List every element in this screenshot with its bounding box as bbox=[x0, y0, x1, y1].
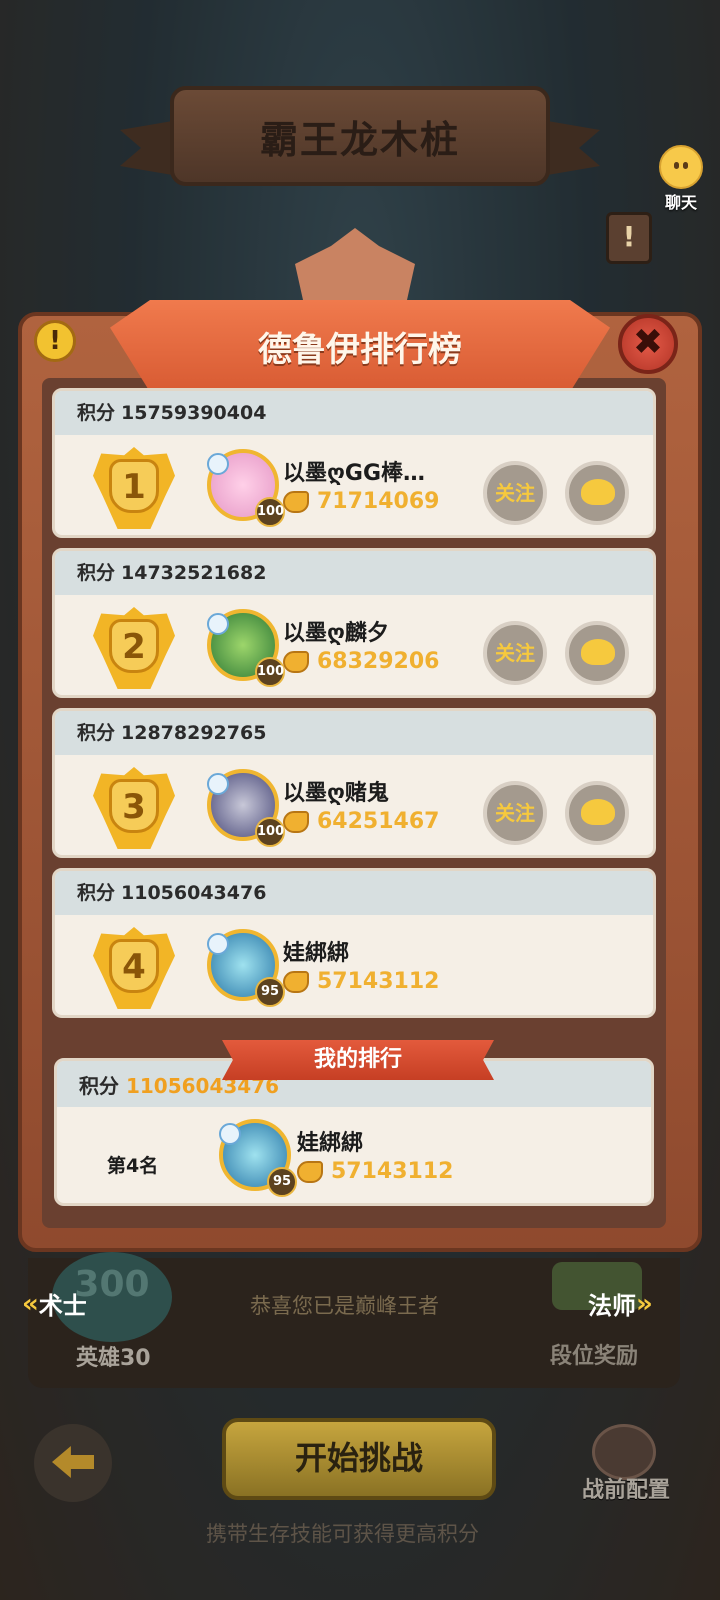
chat-bubble-icon bbox=[581, 639, 615, 665]
power-display: 57143112 bbox=[283, 969, 439, 994]
follow-button[interactable]: 关注 bbox=[483, 781, 547, 845]
rank-medal-icon: 3 bbox=[93, 767, 175, 849]
score-value: 14732521682 bbox=[121, 562, 267, 584]
power-arm-icon bbox=[283, 970, 309, 993]
score-label: 积分 bbox=[77, 402, 116, 424]
my-rank-card: 积分 11056043476 第4名 95 娃綁綁 57143112 bbox=[54, 1058, 654, 1206]
leaderboard-row: 积分 12878292765 3 100 以墨ღ赌鬼 64251467 关注 bbox=[52, 708, 656, 858]
score-header: 积分 14732521682 bbox=[55, 551, 653, 595]
chat-bubble-icon bbox=[581, 799, 615, 825]
prev-class-label: 术士 bbox=[38, 1292, 87, 1320]
title-banner: 霸王龙木桩 bbox=[170, 86, 550, 186]
my-power-display: 57143112 bbox=[297, 1159, 453, 1184]
leaderboard-row: 积分 11056043476 4 95 娃綁綁 57143112 bbox=[52, 868, 656, 1018]
leaderboard-title-ribbon: 德鲁伊排行榜 bbox=[110, 300, 610, 392]
score-value: 12878292765 bbox=[121, 722, 267, 744]
avatar[interactable]: 95 bbox=[207, 929, 285, 1007]
hint-text: 携带生存技能可获得更高积分 bbox=[206, 1522, 479, 1546]
avatar[interactable]: 100 bbox=[207, 449, 285, 527]
class-tag-icon bbox=[219, 1123, 241, 1145]
power-value: 68329206 bbox=[317, 649, 440, 674]
my-rank-position: 第4名 bbox=[107, 1155, 159, 1177]
leaderboard-title: 德鲁伊排行榜 bbox=[258, 329, 462, 370]
level-badge: 100 bbox=[255, 657, 285, 687]
avatar[interactable]: 100 bbox=[207, 769, 285, 847]
rank-number: 2 bbox=[109, 619, 159, 673]
class-tag-icon bbox=[207, 773, 229, 795]
chat-face-icon bbox=[659, 145, 703, 189]
my-rank-banner: 我的排行 bbox=[222, 1040, 494, 1080]
start-challenge-button[interactable]: 开始挑战 bbox=[222, 1418, 496, 1500]
score-value: 11056043476 bbox=[121, 882, 267, 904]
close-button[interactable]: ✖ bbox=[618, 314, 678, 374]
class-tag-icon bbox=[207, 613, 229, 635]
leaderboard-row: 积分 14732521682 2 100 以墨ღ麟夕 68329206 关注 bbox=[52, 548, 656, 698]
rank-reward-label[interactable]: 段位奖励 bbox=[550, 1338, 638, 1370]
player-name: 以墨ღ麟夕 bbox=[283, 621, 389, 646]
double-chevron-left-icon: « bbox=[22, 1288, 39, 1319]
rank-number: 3 bbox=[109, 779, 159, 833]
congrats-text: 恭喜您已是巅峰王者 bbox=[250, 1294, 439, 1318]
power-value: 57143112 bbox=[317, 969, 440, 994]
message-button[interactable] bbox=[565, 621, 629, 685]
follow-button[interactable]: 关注 bbox=[483, 621, 547, 685]
level-badge: 95 bbox=[255, 977, 285, 1007]
next-class-button[interactable]: 法师 » bbox=[588, 1286, 653, 1321]
power-value: 71714069 bbox=[317, 489, 440, 514]
double-chevron-right-icon: » bbox=[636, 1288, 653, 1319]
player-name: 以墨ღGG棒… bbox=[283, 461, 426, 486]
back-button[interactable] bbox=[34, 1424, 112, 1502]
message-button[interactable] bbox=[565, 781, 629, 845]
my-player-name: 娃綁綁 bbox=[297, 1131, 364, 1156]
my-avatar[interactable]: 95 bbox=[219, 1119, 297, 1197]
rank-medal-icon: 1 bbox=[93, 447, 175, 529]
level-badge: 100 bbox=[255, 497, 285, 527]
my-power-value: 57143112 bbox=[331, 1159, 454, 1184]
chat-bubble-icon bbox=[581, 479, 615, 505]
message-button[interactable] bbox=[565, 461, 629, 525]
my-score-label: 积分 bbox=[79, 1074, 119, 1098]
leaderboard-row: 积分 15759390404 1 100 以墨ღGG棒… 71714069 关注 bbox=[52, 388, 656, 538]
power-arm-icon bbox=[283, 490, 309, 513]
power-display: 64251467 bbox=[283, 809, 439, 834]
info-icon[interactable]: ! bbox=[34, 320, 76, 362]
rank-medal-icon: 4 bbox=[93, 927, 175, 1009]
prep-config-label[interactable]: 战前配置 bbox=[582, 1472, 670, 1504]
power-arm-icon bbox=[283, 650, 309, 673]
player-name: 娃綁綁 bbox=[283, 941, 350, 966]
score-label: 积分 bbox=[77, 562, 116, 584]
power-value: 64251467 bbox=[317, 809, 440, 834]
score-header: 积分 12878292765 bbox=[55, 711, 653, 755]
next-class-label: 法师 bbox=[588, 1292, 636, 1320]
chat-button[interactable]: 聊天 bbox=[648, 145, 714, 212]
score-label: 积分 bbox=[77, 882, 116, 904]
prev-class-button[interactable]: « 术士 bbox=[22, 1286, 87, 1321]
back-arrow-icon bbox=[52, 1446, 94, 1478]
power-arm-icon bbox=[297, 1160, 323, 1183]
hero-count: 英雄30 bbox=[76, 1346, 151, 1371]
page-title: 霸王龙木桩 bbox=[259, 117, 460, 162]
score-value: 15759390404 bbox=[121, 402, 267, 424]
rank-medal-icon: 2 bbox=[93, 607, 175, 689]
side-marker-button[interactable]: ! bbox=[606, 212, 652, 264]
score-header: 积分 11056043476 bbox=[55, 871, 653, 915]
chat-label: 聊天 bbox=[664, 193, 697, 212]
rank-number: 4 bbox=[109, 939, 159, 993]
level-badge: 95 bbox=[267, 1167, 297, 1197]
power-arm-icon bbox=[283, 810, 309, 833]
class-tag-icon bbox=[207, 453, 229, 475]
level-badge: 100 bbox=[255, 817, 285, 847]
power-display: 68329206 bbox=[283, 649, 439, 674]
avatar[interactable]: 100 bbox=[207, 609, 285, 687]
score-label: 积分 bbox=[77, 722, 116, 744]
player-name: 以墨ღ赌鬼 bbox=[283, 781, 389, 806]
power-display: 71714069 bbox=[283, 489, 439, 514]
class-tag-icon bbox=[207, 933, 229, 955]
follow-button[interactable]: 关注 bbox=[483, 461, 547, 525]
score-header: 积分 15759390404 bbox=[55, 391, 653, 435]
rank-number: 1 bbox=[109, 459, 159, 513]
